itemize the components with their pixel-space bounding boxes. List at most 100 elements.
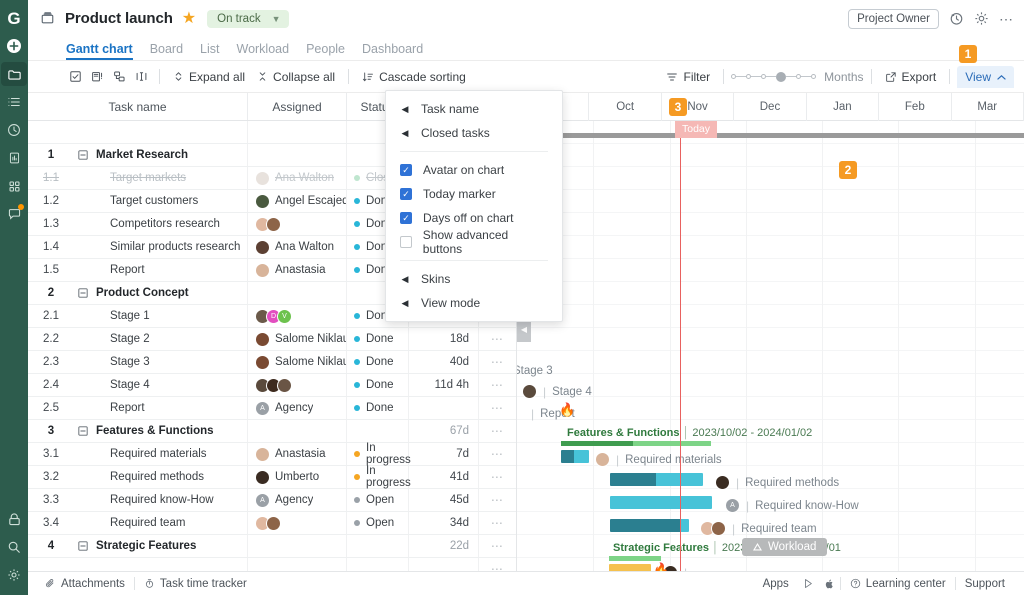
task-name-cell[interactable]: 3Features & Functions [28, 420, 248, 442]
report-icon[interactable] [1, 146, 27, 170]
row-menu-icon[interactable]: ⋯ [479, 420, 516, 442]
tab-gantt-chart[interactable]: Gantt chart [66, 42, 133, 60]
tab-board[interactable]: Board [150, 42, 183, 60]
menu-item-days-off-on-chart[interactable]: ✓Days off on chart [386, 206, 562, 230]
task-name-cell[interactable]: 2.4Stage 4 [28, 374, 248, 396]
assigned-cell[interactable]: Angel Escajeda [248, 190, 347, 212]
menu-item-view-mode[interactable]: ◀View mode [386, 291, 562, 315]
assigned-cell[interactable] [248, 374, 347, 396]
row-menu-icon[interactable]: ⋯ [479, 489, 516, 511]
status-cell[interactable]: Done [347, 351, 409, 373]
attachments-button[interactable]: Attachments [36, 578, 134, 590]
support-button[interactable]: Support [956, 578, 1014, 590]
row-menu-icon[interactable]: ⋯ [479, 535, 516, 557]
duration-cell[interactable] [409, 397, 479, 419]
checkbox[interactable]: ✓ [400, 164, 412, 176]
tab-people[interactable]: People [306, 42, 345, 60]
timescale-slider[interactable] [731, 72, 816, 82]
view-menu-button[interactable]: View [957, 66, 1014, 88]
assigned-cell[interactable] [248, 535, 347, 557]
task-name-cell[interactable]: 3.4Required team [28, 512, 248, 534]
task-name-cell[interactable]: 1.4Similar products research [28, 236, 248, 258]
chat-icon[interactable] [1, 202, 27, 226]
favorite-star-icon[interactable]: ★ [182, 11, 196, 27]
column-header-assigned[interactable]: Assigned [248, 93, 347, 120]
assigned-cell[interactable]: AAgency [248, 397, 347, 419]
select-tasks-icon[interactable] [64, 66, 86, 88]
new-task-icon[interactable] [86, 66, 108, 88]
assigned-cell[interactable] [248, 558, 347, 571]
google-play-icon[interactable] [798, 578, 819, 589]
status-cell[interactable]: In progress [347, 466, 409, 488]
expand-all-button[interactable]: Expand all [167, 70, 251, 84]
search-icon[interactable] [1, 535, 27, 559]
row-menu-icon[interactable]: ⋯ [479, 512, 516, 534]
add-icon[interactable] [1, 34, 27, 58]
menu-item-avatar-on-chart[interactable]: ✓Avatar on chart [386, 158, 562, 182]
workload-chip-button[interactable]: Workload [742, 538, 827, 556]
assigned-cell[interactable]: DV [248, 305, 347, 327]
status-cell[interactable]: Done [347, 374, 409, 396]
status-cell[interactable]: Done [347, 397, 409, 419]
table-row[interactable]: 2.4Stage 4 Done11d 4h⋯ [28, 374, 516, 397]
duration-cell[interactable]: 22d [409, 535, 479, 557]
row-menu-icon[interactable]: ⋯ [479, 443, 516, 465]
checkbox[interactable] [400, 236, 412, 248]
export-button[interactable]: Export [879, 70, 943, 84]
task-name-cell[interactable]: 1.2Target customers [28, 190, 248, 212]
learning-center-button[interactable]: Learning center [841, 578, 955, 590]
assigned-cell[interactable]: Umberto [248, 466, 347, 488]
assigned-cell[interactable]: Anastasia [248, 443, 347, 465]
assigned-cell[interactable]: AAgency [248, 489, 347, 511]
row-menu-icon[interactable]: ⋯ [479, 351, 516, 373]
collapse-toggle-icon[interactable] [74, 426, 92, 436]
table-row[interactable]: 2.5ReportAAgencyDone ⋯ [28, 397, 516, 420]
duration-cell[interactable]: 41d [409, 466, 479, 488]
status-cell[interactable] [347, 535, 409, 557]
filter-button[interactable]: Filter [660, 70, 716, 84]
status-cell[interactable]: Done [347, 328, 409, 350]
task-name-cell[interactable]: 1Market Research [28, 144, 248, 166]
row-menu-icon[interactable]: ⋯ [479, 374, 516, 396]
task-time-tracker-button[interactable]: Task time tracker [135, 578, 256, 590]
table-row[interactable]: 4Strategic Features22d⋯ [28, 535, 516, 558]
collapse-toggle-icon[interactable] [74, 288, 92, 298]
table-row[interactable]: 3.1Required materialsAnastasiaIn progres… [28, 443, 516, 466]
task-name-cell[interactable]: 2.3Stage 3 [28, 351, 248, 373]
collapse-toggle-icon[interactable] [74, 150, 92, 160]
assigned-cell[interactable] [248, 420, 347, 442]
assigned-cell[interactable] [248, 512, 347, 534]
assigned-cell[interactable]: Anastasia [248, 259, 347, 281]
row-menu-icon[interactable]: ⋯ [479, 558, 516, 571]
task-name-cell[interactable]: 2.5Report [28, 397, 248, 419]
duration-cell[interactable]: 67d [409, 420, 479, 442]
duration-cell[interactable]: 40d [409, 351, 479, 373]
table-row[interactable]: 3.2Required methodsUmbertoIn progress41d… [28, 466, 516, 489]
gear-icon[interactable] [974, 11, 989, 26]
apps-grid-icon[interactable] [1, 174, 27, 198]
tab-list[interactable]: List [200, 42, 219, 60]
status-cell[interactable]: Open [347, 489, 409, 511]
lock-icon[interactable] [1, 507, 27, 531]
app-logo[interactable]: G [3, 8, 25, 30]
assigned-cell[interactable]: Salome Niklaus [248, 328, 347, 350]
duration-cell[interactable]: 11d 4h [409, 374, 479, 396]
project-owner-button[interactable]: Project Owner [848, 9, 939, 29]
collapse-toggle-icon[interactable] [74, 541, 92, 551]
folder-icon[interactable] [1, 62, 27, 86]
table-row[interactable]: 2.2Stage 2Salome NiklausDone18d⋯ [28, 328, 516, 351]
assigned-cell[interactable] [248, 282, 347, 304]
task-name-cell[interactable] [28, 558, 248, 571]
assigned-cell[interactable]: Ana Walton [248, 167, 347, 189]
table-row[interactable]: 3.3Required know-HowAAgencyOpen45d⋯ [28, 489, 516, 512]
menu-item-skins[interactable]: ◀Skins [386, 267, 562, 291]
row-menu-icon[interactable]: ⋯ [479, 397, 516, 419]
task-name-cell[interactable]: 3.2Required methods [28, 466, 248, 488]
task-name-cell[interactable]: 1.3Competitors research [28, 213, 248, 235]
settings-icon[interactable] [1, 563, 27, 587]
assigned-cell[interactable] [248, 121, 347, 143]
clock-icon[interactable] [1, 118, 27, 142]
menu-item-today-marker[interactable]: ✓Today marker [386, 182, 562, 206]
subtask-icon[interactable] [108, 66, 130, 88]
status-cell[interactable]: In progress [347, 443, 409, 465]
